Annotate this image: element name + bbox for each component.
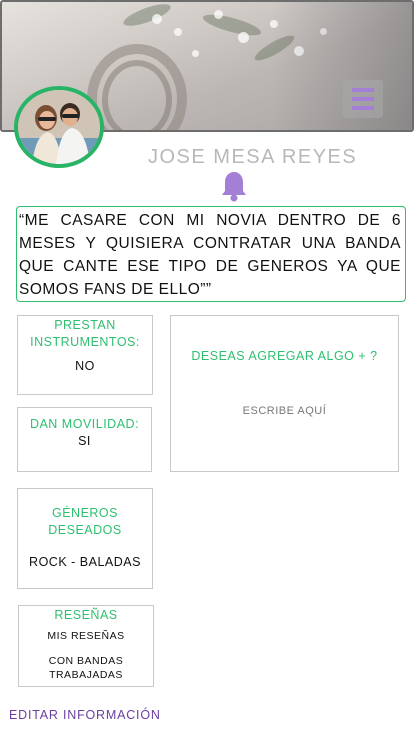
cover-decoration (121, 2, 173, 31)
mobility-title: DAN MOVILIDAD: (29, 417, 140, 431)
genres-title: GÉNEROS DESEADOS (48, 506, 122, 537)
add-something-card[interactable]: DESEAS AGREGAR ALGO + ? ESCRIBE AQUÍ (170, 315, 399, 472)
mobility-card: DAN MOVILIDAD: SI (17, 407, 152, 472)
instruments-title: PRESTAN INSTRUMENTOS: (30, 318, 140, 349)
add-something-title: DESEAS AGREGAR ALGO + ? (191, 349, 378, 363)
avatar[interactable] (14, 86, 104, 168)
menu-bar (352, 106, 374, 110)
cover-decoration (152, 14, 162, 24)
cover-decoration (272, 2, 412, 130)
cover-decoration (238, 32, 249, 43)
cover-decoration (174, 28, 182, 36)
menu-bar (352, 97, 374, 101)
reviews-title: RESEÑAS (54, 608, 118, 622)
mobility-value: SI (78, 434, 91, 448)
my-reviews-link[interactable]: MIS RESEÑAS (19, 630, 153, 642)
edit-information-link[interactable]: EDITAR INFORMACIÓN (9, 708, 161, 722)
request-description: “ME CASARE CON MI NOVIA DENTRO DE 6 MESE… (16, 206, 406, 302)
add-something-input[interactable]: ESCRIBE AQUÍ (171, 405, 398, 417)
instruments-value: NO (75, 359, 95, 373)
genres-card: GÉNEROS DESEADOS ROCK - BALADAS (17, 488, 153, 589)
instruments-card: PRESTAN INSTRUMENTOS: NO (17, 315, 153, 395)
cover-decoration (214, 10, 223, 19)
cover-decoration (201, 10, 263, 40)
request-text: “ME CASARE CON MI NOVIA DENTRO DE 6 MESE… (19, 212, 401, 298)
menu-bar (352, 88, 374, 92)
cover-decoration (192, 50, 199, 57)
band-reviews-link[interactable]: CON BANDAS TRABAJADAS (41, 654, 131, 682)
genres-value: ROCK - BALADAS (29, 555, 141, 569)
avatar-image (18, 90, 100, 164)
bell-icon[interactable] (220, 170, 248, 202)
cover-decoration (102, 60, 172, 130)
user-name: JOSE MESA REYES (148, 146, 358, 168)
reviews-card: RESEÑAS MIS RESEÑAS CON BANDAS TRABAJADA… (18, 605, 154, 687)
hamburger-menu-icon[interactable] (343, 80, 383, 118)
